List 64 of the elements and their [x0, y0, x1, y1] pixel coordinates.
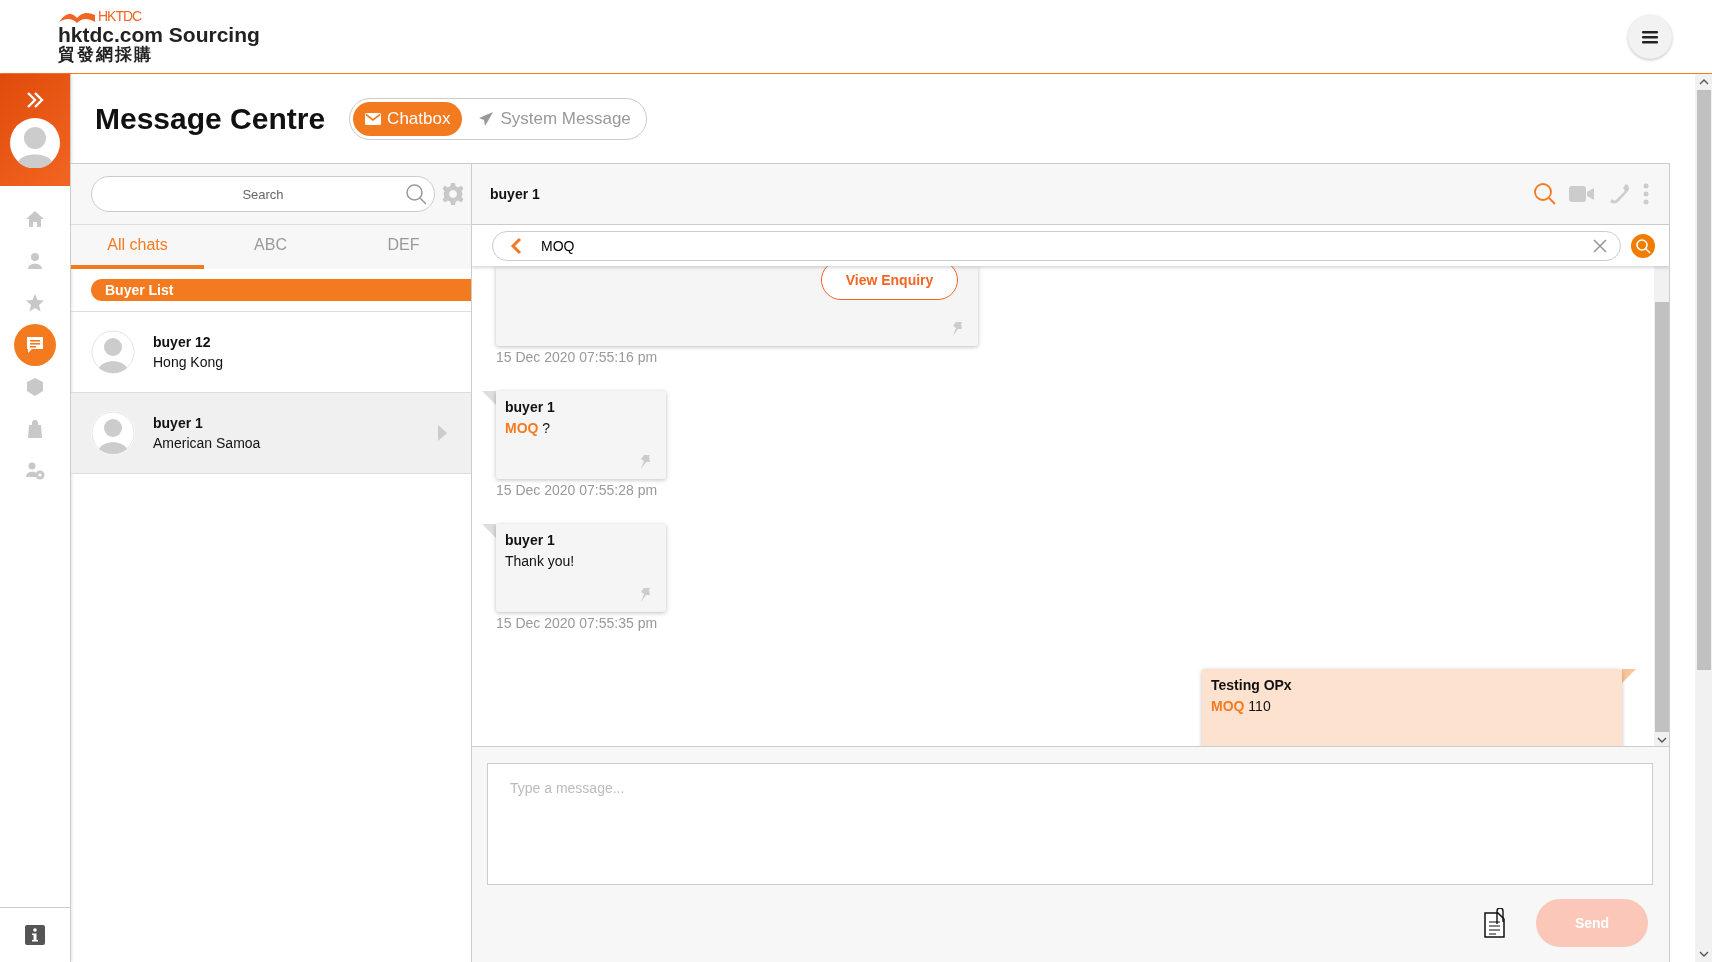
- contact-location: Hong Kong: [153, 354, 225, 370]
- message-text: Thank you!: [505, 553, 576, 569]
- message-time: 15 Dec 2020 07:55:35 pm: [496, 615, 658, 631]
- message-sender: buyer 1: [505, 532, 556, 548]
- page-title: Message Centre: [95, 101, 326, 136]
- attachment-icon[interactable]: [1484, 908, 1506, 938]
- avatar-icon: [91, 411, 135, 455]
- video-camera-icon[interactable]: [1569, 186, 1595, 202]
- menu-icon[interactable]: [1642, 29, 1658, 44]
- chat-filter-tab[interactable]: ABC: [204, 225, 337, 269]
- bubble-tail: [482, 524, 496, 538]
- chat-icon[interactable]: [24, 334, 46, 356]
- settings-icon[interactable]: [441, 182, 465, 206]
- pin-icon[interactable]: [640, 588, 652, 602]
- message-text: MOQ 110: [1211, 698, 1272, 714]
- brand-name: hktdc.com Sourcing: [58, 23, 260, 46]
- message-sender: buyer 1: [505, 399, 556, 415]
- envelope-icon[interactable]: [365, 112, 382, 125]
- pin-icon[interactable]: [952, 322, 964, 336]
- expand-icon[interactable]: [25, 90, 45, 110]
- star-icon[interactable]: [24, 292, 46, 314]
- bubble-tail: [482, 391, 496, 405]
- info-icon[interactable]: [25, 925, 45, 945]
- people-settings-icon[interactable]: [24, 460, 46, 482]
- more-icon[interactable]: [1643, 183, 1649, 205]
- scroll-down-icon[interactable]: [1656, 736, 1667, 744]
- menu-button[interactable]: [1628, 14, 1672, 59]
- phone-icon[interactable]: [1607, 182, 1631, 206]
- message-sender: Testing OPx: [1211, 677, 1293, 693]
- search-icon[interactable]: [405, 183, 427, 205]
- chat-filter-tab[interactable]: All chats: [71, 225, 204, 269]
- avatar-icon: [91, 330, 135, 374]
- chat-filter-tab[interactable]: DEF: [337, 225, 470, 269]
- contact-location: American Samoa: [153, 435, 262, 451]
- message-search-field[interactable]: MOQ: [492, 230, 1621, 261]
- message-input[interactable]: Type a message...: [487, 763, 1653, 885]
- search-icon[interactable]: [1533, 182, 1557, 206]
- contact-name: buyer 12: [153, 334, 212, 350]
- close-icon[interactable]: [1593, 238, 1607, 253]
- contact-name: buyer 1: [153, 415, 204, 431]
- scroll-up-icon[interactable]: [1698, 78, 1709, 86]
- chat-title: buyer 1: [490, 186, 540, 202]
- paper-plane-icon[interactable]: [478, 110, 495, 127]
- arrow-icon: [438, 425, 447, 441]
- contact-item[interactable]: buyer 1 American Samoa: [71, 393, 471, 474]
- page-scrollbar[interactable]: [1695, 74, 1712, 962]
- brand-org: HKTDC: [98, 9, 142, 24]
- system-message-tab[interactable]: System Message: [466, 101, 643, 136]
- group-header: Buyer List: [91, 279, 471, 301]
- contact-search-field[interactable]: Search: [91, 176, 435, 212]
- bubble-tail: [1622, 669, 1636, 683]
- message-time: 15 Dec 2020 07:55:28 pm: [496, 482, 658, 498]
- message-time: 15 Dec 2020 07:55:16 pm: [496, 349, 658, 365]
- pin-icon[interactable]: [640, 455, 652, 469]
- scrollbar[interactable]: [1654, 266, 1669, 746]
- brand-name-chinese: 貿發網採購: [58, 45, 154, 64]
- home-icon[interactable]: [24, 208, 46, 230]
- view-enquiry-button[interactable]: View Enquiry: [821, 266, 958, 300]
- message-text: MOQ ?: [505, 420, 552, 436]
- chatbox-tab[interactable]: Chatbox: [353, 101, 463, 136]
- chat-nav-item[interactable]: [14, 324, 56, 366]
- avatar-icon[interactable]: [10, 118, 60, 168]
- back-icon[interactable]: [510, 236, 522, 255]
- scroll-down-icon[interactable]: [1698, 950, 1709, 958]
